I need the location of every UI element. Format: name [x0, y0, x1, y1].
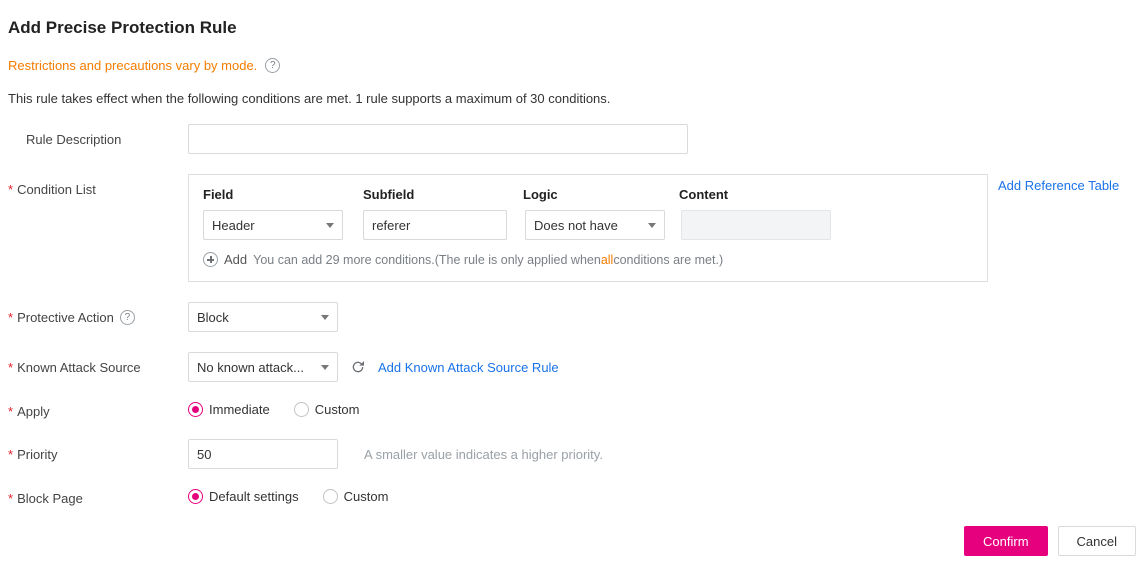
required-asterisk: * [8, 447, 13, 462]
radio-dot-icon [323, 489, 338, 504]
block-page-radio-custom[interactable]: Custom [323, 489, 389, 504]
effect-note: This rule takes effect when the followin… [8, 91, 1136, 106]
col-content: Content [679, 187, 839, 202]
block-page-radio-custom-label: Custom [344, 489, 389, 504]
label-condition-list: * Condition List [8, 174, 188, 197]
field-select-value: Header [212, 218, 255, 233]
cancel-button[interactable]: Cancel [1058, 526, 1136, 556]
priority-hint: A smaller value indicates a higher prior… [364, 447, 603, 462]
rule-description-input[interactable] [188, 124, 688, 154]
chevron-down-icon [326, 223, 334, 228]
add-hint-prefix: You can add 29 more conditions.(The rule… [253, 253, 601, 267]
known-attack-source-value: No known attack... [197, 360, 304, 375]
required-asterisk: * [8, 491, 13, 506]
apply-radio-group: Immediate Custom [188, 402, 1136, 417]
add-hint-all: all [601, 253, 614, 267]
chevron-down-icon [321, 315, 329, 320]
add-reference-table-link[interactable]: Add Reference Table [998, 178, 1119, 193]
chevron-down-icon [321, 365, 329, 370]
label-priority: * Priority [8, 439, 188, 462]
help-icon[interactable]: ? [120, 310, 135, 325]
protective-action-select[interactable]: Block [188, 302, 338, 332]
block-page-radio-default-label: Default settings [209, 489, 299, 504]
col-field: Field [203, 187, 363, 202]
label-rule-description: Rule Description [8, 124, 188, 147]
col-logic: Logic [523, 187, 679, 202]
known-attack-source-select[interactable]: No known attack... [188, 352, 338, 382]
apply-radio-custom-label: Custom [315, 402, 360, 417]
block-page-radio-group: Default settings Custom [188, 489, 1136, 504]
logic-select-value: Does not have [534, 218, 618, 233]
label-condition-list-text: Condition List [17, 182, 96, 197]
refresh-icon[interactable] [350, 359, 366, 375]
plus-icon[interactable] [203, 252, 218, 267]
radio-dot-icon [188, 402, 203, 417]
add-condition-line: Add You can add 29 more conditions.(The … [203, 252, 973, 267]
footer: Confirm Cancel [8, 526, 1136, 556]
label-apply: * Apply [8, 402, 188, 419]
restriction-text: Restrictions and precautions vary by mod… [8, 58, 257, 73]
page-title: Add Precise Protection Rule [8, 18, 1136, 38]
apply-radio-custom[interactable]: Custom [294, 402, 360, 417]
label-block-page-text: Block Page [17, 491, 83, 506]
condition-header-row: Field Subfield Logic Content [203, 187, 973, 202]
add-known-attack-source-link[interactable]: Add Known Attack Source Rule [378, 360, 559, 375]
logic-select[interactable]: Does not have [525, 210, 665, 240]
apply-radio-immediate[interactable]: Immediate [188, 402, 270, 417]
condition-row: Header Does not have [203, 210, 973, 240]
radio-dot-icon [294, 402, 309, 417]
radio-dot-icon [188, 489, 203, 504]
add-label[interactable]: Add [224, 252, 247, 267]
label-priority-text: Priority [17, 447, 57, 462]
label-known-attack-source: * Known Attack Source [8, 352, 188, 375]
field-select[interactable]: Header [203, 210, 343, 240]
confirm-button[interactable]: Confirm [964, 526, 1048, 556]
condition-box: Field Subfield Logic Content Header Does… [188, 174, 988, 282]
label-protective-action-text: Protective Action [17, 310, 114, 325]
subfield-input[interactable] [363, 210, 507, 240]
label-apply-text: Apply [17, 404, 50, 419]
help-icon[interactable]: ? [265, 58, 280, 73]
label-block-page: * Block Page [8, 489, 188, 506]
required-asterisk: * [8, 310, 13, 325]
col-subfield: Subfield [363, 187, 523, 202]
add-hint-suffix: conditions are met.) [613, 253, 723, 267]
priority-input[interactable] [188, 439, 338, 469]
protective-action-value: Block [197, 310, 229, 325]
apply-radio-immediate-label: Immediate [209, 402, 270, 417]
required-asterisk: * [8, 360, 13, 375]
required-asterisk: * [8, 182, 13, 197]
chevron-down-icon [648, 223, 656, 228]
required-asterisk: * [8, 404, 13, 419]
label-known-attack-source-text: Known Attack Source [17, 360, 141, 375]
label-protective-action: * Protective Action ? [8, 302, 188, 325]
label-rule-description-text: Rule Description [26, 132, 121, 147]
content-input [681, 210, 831, 240]
restriction-row: Restrictions and precautions vary by mod… [8, 58, 1136, 73]
block-page-radio-default[interactable]: Default settings [188, 489, 299, 504]
